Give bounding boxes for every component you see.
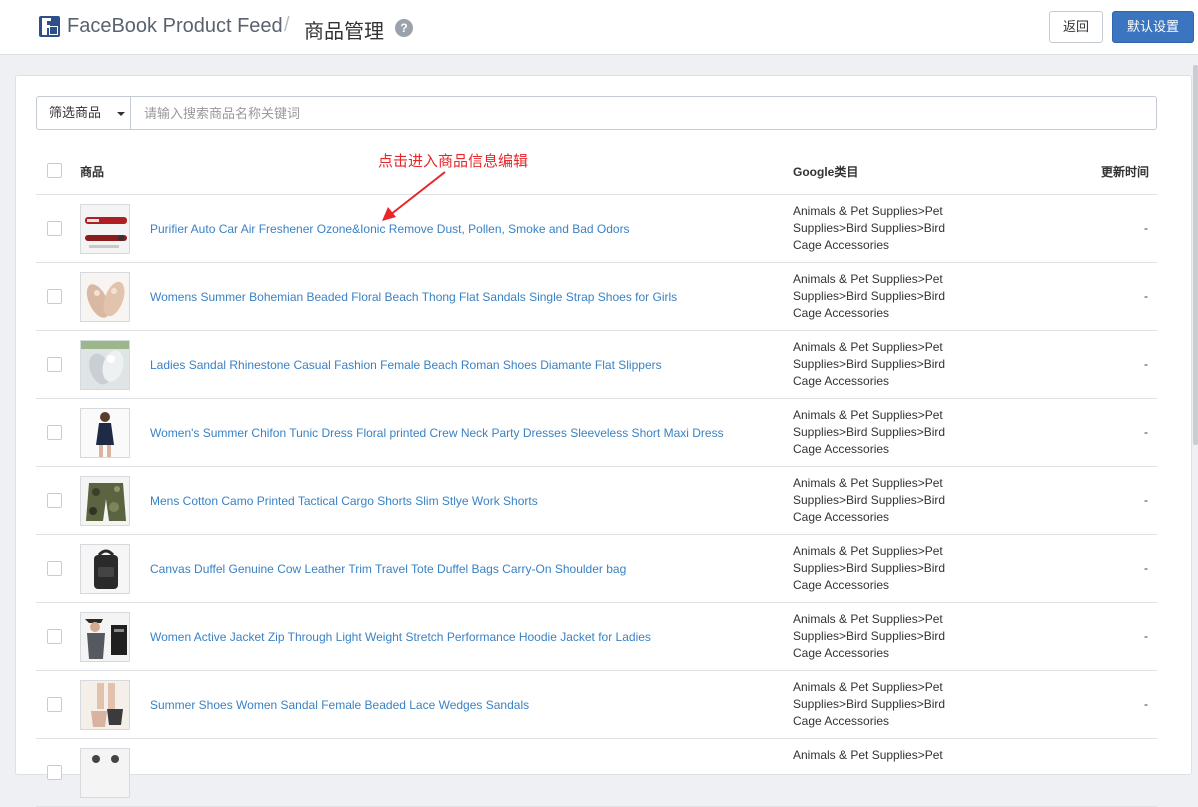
table-header: 商品 Google类目 更新时间 bbox=[36, 147, 1157, 195]
updated-time: - bbox=[1144, 561, 1148, 575]
row-checkbox[interactable] bbox=[47, 221, 62, 236]
column-product: 商品 bbox=[80, 165, 105, 179]
back-button[interactable]: 返回 bbox=[1049, 11, 1103, 43]
product-title-link[interactable]: Canvas Duffel Genuine Cow Leather Trim T… bbox=[150, 562, 626, 576]
updated-time: - bbox=[1144, 629, 1148, 643]
table-row: Women's Summer Chifon Tunic Dress Floral… bbox=[36, 399, 1157, 467]
google-category: Animals & Pet Supplies>Pet Supplies>Bird… bbox=[793, 204, 946, 252]
row-checkbox[interactable] bbox=[47, 357, 62, 372]
row-checkbox[interactable] bbox=[47, 289, 62, 304]
product-panel: 筛选商品 商品 Google类目 更新时间 Purifier Auto Car … bbox=[15, 75, 1192, 807]
updated-time: - bbox=[1144, 289, 1148, 303]
app-name: FaceBook Product Feed bbox=[67, 15, 283, 37]
product-thumbnail[interactable] bbox=[80, 612, 130, 662]
product-title-link[interactable]: Summer Shoes Women Sandal Female Beaded … bbox=[150, 698, 529, 712]
table-row: Canvas Duffel Genuine Cow Leather Trim T… bbox=[36, 535, 1157, 603]
product-title-link[interactable]: Women's Summer Chifon Tunic Dress Floral… bbox=[150, 426, 724, 440]
product-thumbnail[interactable] bbox=[80, 204, 130, 254]
row-checkbox[interactable] bbox=[47, 697, 62, 712]
table-row: Womens Summer Bohemian Beaded Floral Bea… bbox=[36, 263, 1157, 331]
product-title-link[interactable]: Women Active Jacket Zip Through Light We… bbox=[150, 630, 651, 644]
table-row: Ladies Sandal Rhinestone Casual Fashion … bbox=[36, 331, 1157, 399]
product-thumbnail[interactable] bbox=[80, 476, 130, 526]
product-thumbnail[interactable] bbox=[80, 340, 130, 390]
updated-time: - bbox=[1144, 357, 1148, 371]
table-row: Women Active Jacket Zip Through Light We… bbox=[36, 603, 1157, 671]
product-thumbnail[interactable] bbox=[80, 272, 130, 322]
default-settings-button[interactable]: 默认设置 bbox=[1112, 11, 1194, 43]
google-category: Animals & Pet Supplies>Pet Supplies>Bird… bbox=[793, 612, 946, 660]
product-thumbnail[interactable] bbox=[80, 680, 130, 730]
row-checkbox[interactable] bbox=[47, 765, 62, 780]
google-category: Animals & Pet Supplies>Pet Supplies>Bird… bbox=[793, 544, 946, 592]
annotation-arrow-icon bbox=[382, 171, 446, 221]
caret-down-icon bbox=[117, 112, 125, 116]
google-category: Animals & Pet Supplies>Pet Supplies>Bird… bbox=[793, 272, 946, 320]
updated-time: - bbox=[1144, 221, 1148, 235]
updated-time: - bbox=[1144, 493, 1148, 507]
product-thumbnail[interactable] bbox=[80, 408, 130, 458]
column-google-category: Google类目 bbox=[793, 165, 859, 179]
google-category: Animals & Pet Supplies>Pet Supplies>Bird… bbox=[793, 340, 946, 388]
table-row: Purifier Auto Car Air Freshener Ozone&Io… bbox=[36, 195, 1157, 263]
table-row: Mens Cotton Camo Printed Tactical Cargo … bbox=[36, 467, 1157, 535]
updated-time: - bbox=[1144, 697, 1148, 711]
google-category: Animals & Pet Supplies>Pet Supplies>Bird… bbox=[793, 680, 946, 728]
table-row: Animals & Pet Supplies>Pet bbox=[36, 739, 1157, 807]
google-category: Animals & Pet Supplies>Pet Supplies>Bird… bbox=[793, 408, 946, 456]
product-thumbnail[interactable] bbox=[80, 544, 130, 594]
breadcrumb-separator: / bbox=[284, 14, 290, 36]
top-bar: FaceBook Product Feed / 商品管理 ? 返回 默认设置 bbox=[0, 0, 1198, 55]
app-logo-icon bbox=[39, 16, 60, 37]
google-category: Animals & Pet Supplies>Pet Supplies>Bird… bbox=[793, 476, 946, 524]
help-icon[interactable]: ? bbox=[395, 19, 413, 37]
row-checkbox[interactable] bbox=[47, 629, 62, 644]
row-checkbox[interactable] bbox=[47, 561, 62, 576]
filter-products-label: 筛选商品 bbox=[49, 105, 102, 120]
row-checkbox[interactable] bbox=[47, 425, 62, 440]
product-title-link[interactable]: Ladies Sandal Rhinestone Casual Fashion … bbox=[150, 358, 662, 372]
search-input[interactable] bbox=[130, 96, 1157, 130]
select-all-checkbox[interactable] bbox=[47, 163, 62, 178]
table-row: Summer Shoes Women Sandal Female Beaded … bbox=[36, 671, 1157, 739]
product-thumbnail[interactable] bbox=[80, 748, 130, 798]
updated-time: - bbox=[1144, 425, 1148, 439]
column-updated-time: 更新时间 bbox=[1101, 165, 1150, 179]
row-checkbox[interactable] bbox=[47, 493, 62, 508]
filter-products-dropdown[interactable]: 筛选商品 bbox=[36, 96, 131, 130]
product-title-link[interactable]: Mens Cotton Camo Printed Tactical Cargo … bbox=[150, 494, 538, 508]
page-scrollbar[interactable] bbox=[1193, 65, 1198, 445]
page-title: 商品管理 bbox=[304, 21, 384, 43]
google-category: Animals & Pet Supplies>Pet bbox=[793, 748, 943, 762]
product-title-link[interactable]: Womens Summer Bohemian Beaded Floral Bea… bbox=[150, 290, 677, 304]
